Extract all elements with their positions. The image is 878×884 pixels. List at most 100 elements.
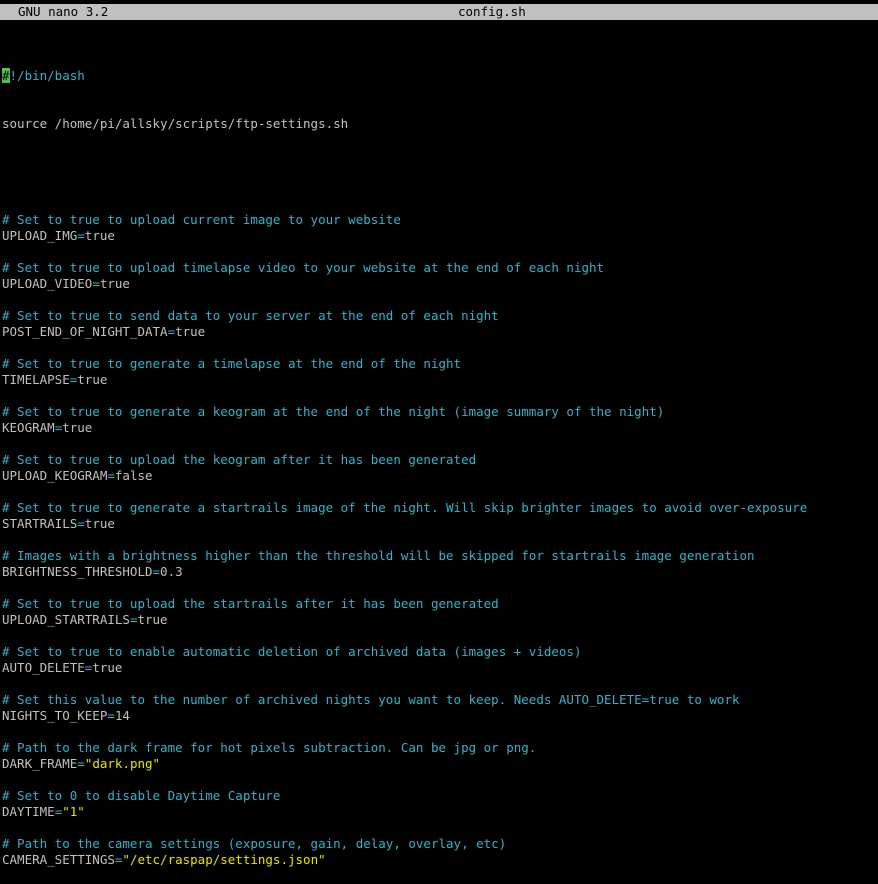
equals-sign: = <box>92 276 100 291</box>
setting-line[interactable]: TIMELAPSE=true <box>2 372 878 388</box>
setting-line[interactable]: AUTO_DELETE=true <box>2 660 878 676</box>
setting-line[interactable]: BRIGHTNESS_THRESHOLD=0.3 <box>2 564 878 580</box>
setting-line[interactable]: NIGHTS_TO_KEEP=14 <box>2 708 878 724</box>
setting-line[interactable]: POST_END_OF_NIGHT_DATA=true <box>2 324 878 340</box>
comment-line[interactable]: # Set to true to upload timelapse video … <box>2 260 878 276</box>
comment-text: # Set to true to generate a keogram at t… <box>2 404 665 419</box>
equals-sign: = <box>107 468 115 483</box>
comment-text: # Set to true to upload the keogram afte… <box>2 452 477 467</box>
equals-sign: = <box>77 516 85 531</box>
setting-key: UPLOAD_KEOGRAM <box>2 468 108 483</box>
comment-text: # Set to true to upload current image to… <box>2 212 401 227</box>
comment-text: # Set to true to upload timelapse video … <box>2 260 605 275</box>
setting-line[interactable]: UPLOAD_VIDEO=true <box>2 276 878 292</box>
setting-line[interactable]: KEOGRAM=true <box>2 420 878 436</box>
setting-line[interactable]: UPLOAD_KEOGRAM=false <box>2 468 878 484</box>
setting-key: UPLOAD_VIDEO <box>2 276 93 291</box>
shebang-line[interactable]: #!/bin/bash <box>2 68 878 84</box>
comment-line[interactable]: # Set to true to upload the keogram afte… <box>2 452 878 468</box>
comment-text: # Images with a brightness higher than t… <box>2 548 755 563</box>
setting-value: true <box>175 324 206 339</box>
comment-line[interactable]: # Set to true to enable automatic deleti… <box>2 644 878 660</box>
setting-value: 14 <box>114 708 130 723</box>
setting-value: "1" <box>62 804 85 819</box>
shebang-text: !/bin/bash <box>9 68 85 83</box>
blank-line[interactable] <box>2 628 878 644</box>
comment-text: # Set to true to generate a startrails i… <box>2 500 808 515</box>
setting-value: false <box>114 468 153 483</box>
text-cursor: # <box>2 68 10 83</box>
comment-line[interactable]: # Images with a brightness higher than t… <box>2 548 878 564</box>
blank-line[interactable] <box>2 244 878 260</box>
comment-line[interactable]: # Set to true to upload current image to… <box>2 212 878 228</box>
config-lines: # Set to true to upload current image to… <box>2 212 878 868</box>
blank-line[interactable] <box>2 484 878 500</box>
setting-value: true <box>92 660 123 675</box>
comment-text: # Set this value to the number of archiv… <box>2 692 740 707</box>
setting-value: true <box>84 228 115 243</box>
comment-text: # Set to 0 to disable Daytime Capture <box>2 788 281 803</box>
blank-line[interactable] <box>2 724 878 740</box>
setting-value: "/etc/raspap/settings.json" <box>122 852 326 867</box>
comment-line[interactable]: # Path to the camera settings (exposure,… <box>2 836 878 852</box>
comment-line[interactable]: # Set to true to generate a timelapse at… <box>2 356 878 372</box>
blank-line[interactable] <box>2 292 878 308</box>
equals-sign: = <box>167 324 176 339</box>
setting-key: DAYTIME <box>2 804 55 819</box>
setting-key: AUTO_DELETE <box>2 660 85 675</box>
comment-line[interactable]: # Set to true to upload the startrails a… <box>2 596 878 612</box>
setting-value: true <box>84 516 115 531</box>
equals-sign: = <box>114 852 123 867</box>
setting-key: DARK_FRAME <box>2 756 78 771</box>
title-bar: GNU nano 3.2 config.sh <box>0 4 878 20</box>
setting-value: true <box>99 276 130 291</box>
setting-key: UPLOAD_IMG <box>2 228 78 243</box>
comment-text: # Set to true to enable automatic deleti… <box>2 644 582 659</box>
setting-key: BRIGHTNESS_THRESHOLD <box>2 564 153 579</box>
app-name: GNU nano 3.2 <box>18 4 109 19</box>
setting-value: 0.3 <box>160 564 183 579</box>
setting-line[interactable]: CAMERA_SETTINGS="/etc/raspap/settings.js… <box>2 852 878 868</box>
blank-line[interactable] <box>2 388 878 404</box>
blank-line[interactable] <box>2 532 878 548</box>
comment-line[interactable]: # Set to true to generate a keogram at t… <box>2 404 878 420</box>
blank-line[interactable] <box>2 164 878 180</box>
text-editor-area[interactable]: #!/bin/bash source /home/pi/allsky/scrip… <box>2 36 878 884</box>
setting-line[interactable]: DARK_FRAME="dark.png" <box>2 756 878 772</box>
setting-value: "dark.png" <box>84 756 161 771</box>
setting-line[interactable]: UPLOAD_IMG=true <box>2 228 878 244</box>
comment-text: # Path to the camera settings (exposure,… <box>2 836 507 851</box>
setting-line[interactable]: DAYTIME="1" <box>2 804 878 820</box>
comment-line[interactable]: # Set to true to generate a startrails i… <box>2 500 878 516</box>
setting-value: true <box>77 372 108 387</box>
equals-sign: = <box>107 708 115 723</box>
equals-sign: = <box>77 228 85 243</box>
source-line[interactable]: source /home/pi/allsky/scripts/ftp-setti… <box>2 116 878 132</box>
blank-line[interactable] <box>2 676 878 692</box>
setting-key: TIMELAPSE <box>2 372 70 387</box>
blank-line[interactable] <box>2 436 878 452</box>
comment-line[interactable]: # Set this value to the number of archiv… <box>2 692 878 708</box>
equals-sign: = <box>54 804 63 819</box>
blank-line[interactable] <box>2 820 878 836</box>
setting-key: NIGHTS_TO_KEEP <box>2 708 108 723</box>
setting-line[interactable]: UPLOAD_STARTRAILS=true <box>2 612 878 628</box>
equals-sign: = <box>152 564 161 579</box>
blank-line[interactable] <box>2 340 878 356</box>
setting-key: POST_END_OF_NIGHT_DATA <box>2 324 168 339</box>
setting-key: CAMERA_SETTINGS <box>2 852 115 867</box>
blank-line[interactable] <box>2 772 878 788</box>
setting-value: true <box>62 420 93 435</box>
setting-line[interactable]: STARTRAILS=true <box>2 516 878 532</box>
comment-line[interactable]: # Set to true to send data to your serve… <box>2 308 878 324</box>
equals-sign: = <box>77 756 85 771</box>
blank-line[interactable] <box>2 580 878 596</box>
comment-text: # Set to true to generate a timelapse at… <box>2 356 462 371</box>
setting-key: STARTRAILS <box>2 516 78 531</box>
setting-key: UPLOAD_STARTRAILS <box>2 612 130 627</box>
comment-line[interactable]: # Set to 0 to disable Daytime Capture <box>2 788 878 804</box>
comment-text: # Set to true to upload the startrails a… <box>2 596 499 611</box>
setting-value: true <box>137 612 168 627</box>
file-name: config.sh <box>458 4 526 19</box>
setting-key: KEOGRAM <box>2 420 55 435</box>
